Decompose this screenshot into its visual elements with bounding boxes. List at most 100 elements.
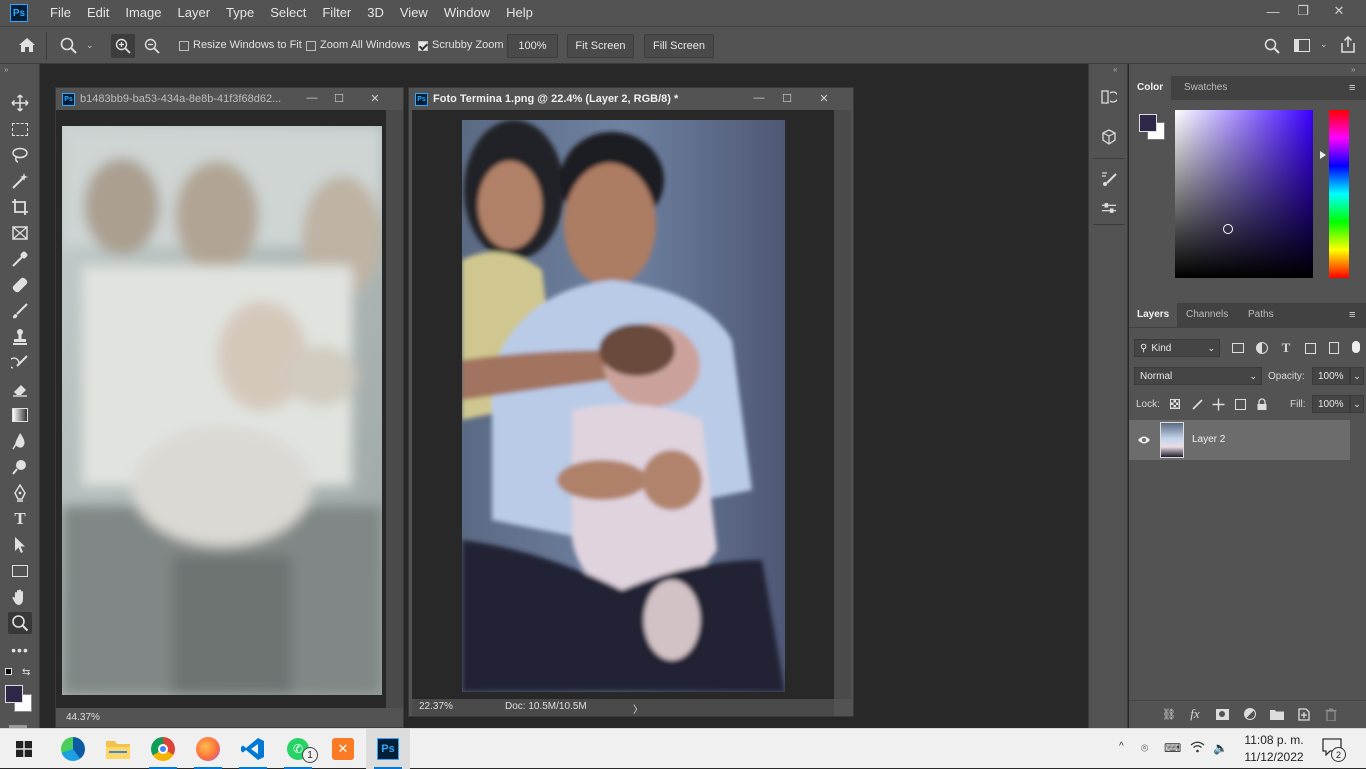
chevron-down-icon[interactable]: ⌄ [86,40,94,51]
scrubby-zoom-checkbox[interactable] [418,41,428,51]
brush-tool-icon[interactable] [8,300,32,322]
restore-window-button[interactable]: ❐ [1286,0,1320,22]
photoshop-taskbar-icon[interactable]: Ps [366,729,410,769]
chevron-down-icon[interactable]: ⌄ [1320,39,1328,50]
zoom-out-icon[interactable] [144,38,160,57]
lasso-tool-icon[interactable] [8,144,32,166]
canvas-area[interactable] [412,110,834,699]
link-layers-icon[interactable]: ⛓ [1161,706,1177,722]
tab-swatches[interactable]: Swatches [1176,76,1235,100]
status-menu-arrow-icon[interactable]: 〉 [633,701,643,716]
visibility-eye-icon[interactable] [1137,434,1151,448]
layer-kind-filter[interactable]: ⚲ Kind ⌄ [1134,339,1220,357]
more-tools-icon[interactable]: ••• [8,639,32,661]
color-field[interactable] [1175,110,1313,278]
tab-paths[interactable]: Paths [1240,303,1282,327]
zoom-tool-preset-icon[interactable] [60,37,80,58]
xampp-icon[interactable]: ✕ [321,729,365,769]
pen-tool-icon[interactable] [8,482,32,504]
workspace-icon[interactable] [1294,39,1310,52]
fill-field[interactable]: 100% [1312,395,1350,413]
home-icon[interactable] [18,37,36,56]
close-document-button[interactable]: ✕ [364,88,386,108]
close-window-button[interactable]: ✕ [1322,0,1356,22]
magic-wand-tool-icon[interactable] [8,170,32,192]
hue-slider[interactable] [1329,110,1349,278]
zoom-all-windows-checkbox[interactable] [306,41,316,51]
vertical-scrollbar[interactable] [386,110,403,708]
firefox-icon[interactable] [186,729,230,769]
lock-image-pixels-icon[interactable] [1189,396,1205,412]
fit-screen-button[interactable]: Fit Screen [567,34,634,58]
path-selection-tool-icon[interactable] [8,534,32,556]
group-folder-icon[interactable] [1269,706,1285,722]
eyedropper-tool-icon[interactable] [8,248,32,270]
tab-channels[interactable]: Channels [1178,303,1236,327]
dodge-tool-icon[interactable] [8,456,32,478]
hand-tool-icon[interactable] [8,586,32,608]
zoom-in-icon[interactable] [111,34,135,58]
menu-help[interactable]: Help [498,0,541,26]
menu-window[interactable]: Window [436,0,498,26]
collapse-icon[interactable]: « [1113,65,1117,74]
swap-colors-icon[interactable]: ⇆ [22,667,30,678]
vscode-icon[interactable] [231,729,275,769]
menu-3d[interactable]: 3D [359,0,392,26]
document-window-1[interactable]: Ps b1483bb9-ba53-434a-8e8b-41f3f68d62...… [55,87,404,728]
panel-menu-icon[interactable]: ≡ [1349,82,1355,94]
filter-adjustment-icon[interactable] [1254,340,1270,356]
zoom-level[interactable]: 22.37% [419,701,453,712]
minimize-window-button[interactable]: — [1256,0,1290,22]
healing-brush-tool-icon[interactable] [8,274,32,296]
brush-settings-icon[interactable] [1101,170,1117,186]
lock-transparent-pixels-icon[interactable] [1167,396,1183,412]
menu-view[interactable]: View [392,0,436,26]
close-document-button[interactable]: ✕ [813,88,835,108]
notifications-icon[interactable]: 2 [1322,738,1346,762]
search-icon[interactable] [1264,38,1280,57]
foreground-color-swatch[interactable] [1139,114,1157,132]
new-layer-icon[interactable] [1296,706,1312,722]
opacity-field[interactable]: 100% [1312,367,1350,385]
marquee-tool-icon[interactable] [8,118,32,140]
move-tool-icon[interactable] [8,92,32,114]
edge-icon[interactable] [51,729,95,769]
panel-menu-icon[interactable]: ≡ [1349,309,1355,321]
default-colors-icon[interactable] [5,668,12,675]
menu-select[interactable]: Select [262,0,314,26]
filter-smart-object-icon[interactable] [1326,340,1342,356]
tab-layers[interactable]: Layers [1129,303,1178,327]
type-tool-icon[interactable]: T [8,508,32,530]
menu-file[interactable]: File [42,0,79,26]
restored-family-photo[interactable] [462,120,785,692]
crop-tool-icon[interactable] [8,196,32,218]
blur-tool-icon[interactable] [8,430,32,452]
menu-filter[interactable]: Filter [314,0,359,26]
menu-layer[interactable]: Layer [170,0,219,26]
foreground-color-swatch[interactable] [5,685,23,703]
fill-screen-button[interactable]: Fill Screen [644,34,714,58]
eraser-tool-icon[interactable] [8,378,32,400]
add-mask-icon[interactable] [1214,706,1230,722]
windows-start-icon[interactable] [2,729,46,769]
3d-icon[interactable] [1101,129,1117,145]
maximize-document-button[interactable]: ☐ [328,88,350,108]
resize-windows-checkbox[interactable] [179,41,189,51]
filter-toggle[interactable] [1352,341,1360,353]
hue-slider-handle[interactable] [1320,151,1326,159]
meet-now-icon[interactable]: ⌾ [1141,741,1148,756]
gradient-tool-icon[interactable] [8,404,32,426]
old-family-photo[interactable] [62,126,382,695]
chrome-icon[interactable] [141,729,185,769]
lock-artboard-icon[interactable] [1232,396,1248,412]
menu-image[interactable]: Image [117,0,169,26]
clone-stamp-tool-icon[interactable] [8,326,32,348]
color-picker-marker[interactable] [1223,224,1233,234]
document-titlebar[interactable]: Ps Foto Termina 1.png @ 22.4% (Layer 2, … [409,88,853,110]
zoom-tool-icon[interactable] [8,612,32,634]
history-brush-tool-icon[interactable] [8,352,32,374]
tab-color[interactable]: Color [1129,76,1172,100]
chevron-down-icon[interactable]: ⌄ [1350,395,1364,413]
adjustments-icon[interactable] [1101,200,1117,216]
volume-icon[interactable]: 🔈 [1213,741,1228,755]
